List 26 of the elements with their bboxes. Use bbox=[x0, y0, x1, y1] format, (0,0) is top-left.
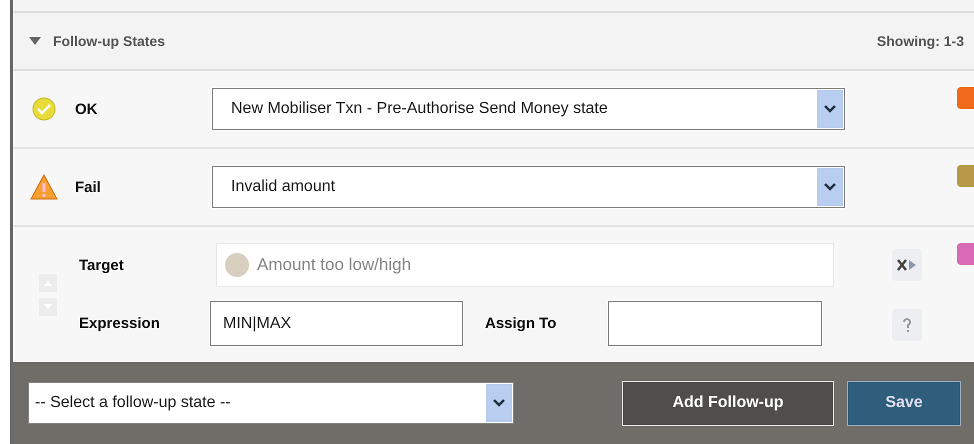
state-select[interactable]: New Mobiliser Txn - Pre-Authorise Send Money state bbox=[212, 88, 845, 130]
state-select[interactable]: Invalid amount bbox=[212, 166, 845, 208]
collapse-triangle-icon[interactable] bbox=[29, 37, 41, 45]
question-mark-icon bbox=[902, 316, 912, 332]
assign-to-label: Assign To bbox=[485, 315, 558, 332]
follow-up-state-select[interactable]: -- Select a follow-up state -- bbox=[28, 382, 514, 424]
section-title: Follow-up States bbox=[53, 33, 165, 49]
showing-count: Showing: 1-3 bbox=[876, 33, 964, 49]
help-button[interactable] bbox=[892, 308, 922, 340]
state-label: OK bbox=[75, 100, 98, 118]
assign-to-field[interactable] bbox=[608, 301, 822, 346]
save-button[interactable]: Save bbox=[847, 380, 961, 426]
status-dot-icon bbox=[225, 253, 249, 277]
expression-field[interactable]: MIN|MAX bbox=[210, 301, 463, 346]
chevron-down-icon bbox=[493, 399, 505, 407]
target-field[interactable]: Amount too low/high bbox=[216, 243, 834, 287]
check-icon bbox=[32, 97, 56, 121]
chevron-down-icon bbox=[824, 183, 836, 191]
chevron-down-icon bbox=[824, 105, 836, 113]
x-arrow-icon bbox=[896, 258, 918, 272]
warning-icon bbox=[30, 174, 58, 200]
clear-target-button[interactable] bbox=[892, 248, 922, 280]
state-label: Fail bbox=[75, 178, 102, 196]
target-label: Target bbox=[79, 256, 125, 274]
add-follow-up-button[interactable]: Add Follow-up bbox=[622, 380, 834, 426]
expression-label: Expression bbox=[79, 315, 161, 332]
